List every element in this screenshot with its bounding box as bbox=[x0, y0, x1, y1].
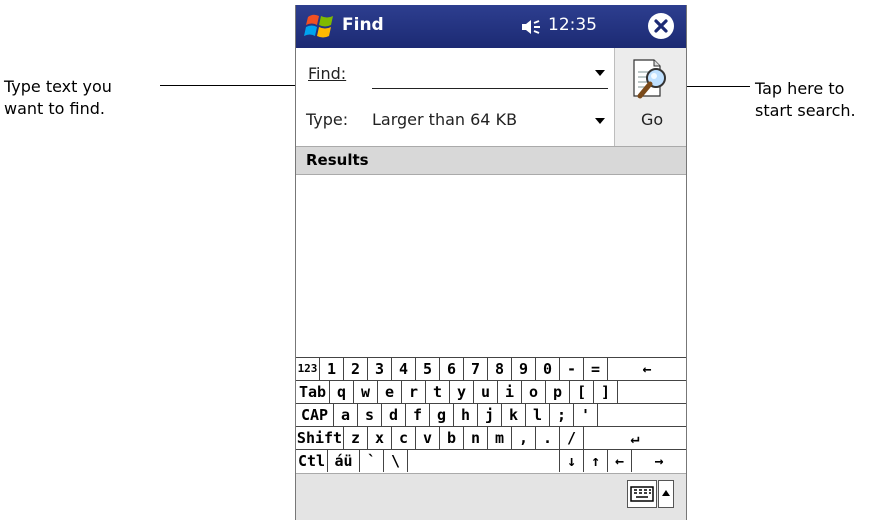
key-shift[interactable]: Shift bbox=[296, 427, 344, 449]
key-5[interactable]: 5 bbox=[416, 358, 440, 380]
keyboard-row-asdf: CAP a s d f g h j k l ; ' bbox=[296, 404, 686, 427]
key-u[interactable]: u bbox=[474, 381, 498, 403]
key-arrow-left[interactable]: ← bbox=[608, 450, 632, 472]
key-p[interactable]: p bbox=[546, 381, 570, 403]
key-123[interactable]: 123 bbox=[296, 358, 320, 380]
leader-line-right bbox=[676, 86, 750, 87]
key-right-bracket[interactable]: ] bbox=[594, 381, 618, 403]
callout-type-text-line1: Type text you bbox=[4, 77, 112, 96]
key-z[interactable]: z bbox=[344, 427, 368, 449]
key-x[interactable]: x bbox=[368, 427, 392, 449]
key-r[interactable]: r bbox=[402, 381, 426, 403]
key-q[interactable]: q bbox=[330, 381, 354, 403]
key-a[interactable]: a bbox=[334, 404, 358, 426]
key-0[interactable]: 0 bbox=[536, 358, 560, 380]
key-space[interactable] bbox=[408, 450, 560, 472]
key-9[interactable]: 9 bbox=[512, 358, 536, 380]
results-title: Results bbox=[306, 151, 369, 169]
results-header: Results bbox=[296, 146, 686, 175]
key-w[interactable]: w bbox=[354, 381, 378, 403]
key-left-bracket[interactable]: [ bbox=[570, 381, 594, 403]
key-ctrl[interactable]: Ctl bbox=[296, 450, 328, 472]
key-3[interactable]: 3 bbox=[368, 358, 392, 380]
key-j[interactable]: j bbox=[478, 404, 502, 426]
key-h[interactable]: h bbox=[454, 404, 478, 426]
go-button-label: Go bbox=[641, 110, 664, 129]
key-o[interactable]: o bbox=[522, 381, 546, 403]
keyboard-row-qwerty: Tab q w e r t y u i o p [ ] bbox=[296, 381, 686, 404]
speaker-icon[interactable] bbox=[520, 17, 544, 37]
key-comma[interactable]: , bbox=[512, 427, 536, 449]
key-b[interactable]: b bbox=[440, 427, 464, 449]
key-backspace[interactable]: ← bbox=[608, 358, 686, 380]
type-select[interactable]: Larger than 64 KB bbox=[372, 110, 517, 129]
key-minus[interactable]: - bbox=[560, 358, 584, 380]
key-caps[interactable]: CAP bbox=[296, 404, 334, 426]
type-dropdown-arrow-icon[interactable] bbox=[595, 118, 605, 124]
key-8[interactable]: 8 bbox=[488, 358, 512, 380]
callout-tap-here: Tap here to start search. bbox=[755, 78, 881, 122]
up-arrow-icon[interactable] bbox=[658, 480, 674, 508]
app-title: Find bbox=[342, 15, 384, 35]
key-arrow-up[interactable]: ↑ bbox=[584, 450, 608, 472]
key-arrow-down[interactable]: ↓ bbox=[560, 450, 584, 472]
key-equals[interactable]: = bbox=[584, 358, 608, 380]
close-icon[interactable] bbox=[648, 13, 674, 39]
keyboard-icon[interactable] bbox=[627, 480, 657, 508]
title-bar: Find 12:35 bbox=[296, 5, 686, 48]
key-enter[interactable]: ↵ bbox=[584, 427, 686, 449]
key-i[interactable]: i bbox=[498, 381, 522, 403]
key-quote[interactable]: ' bbox=[574, 404, 598, 426]
key-d[interactable]: d bbox=[382, 404, 406, 426]
windows-flag-icon[interactable] bbox=[304, 11, 338, 42]
key-2[interactable]: 2 bbox=[344, 358, 368, 380]
callout-tap-here-line1: Tap here to bbox=[755, 79, 845, 98]
find-label: Find: bbox=[308, 64, 347, 83]
key-backslash[interactable]: \ bbox=[384, 450, 408, 472]
go-button[interactable]: Go bbox=[614, 48, 686, 146]
find-form: Find: Type: Larger than 64 KB Go bbox=[296, 48, 686, 146]
find-dropdown-arrow-icon[interactable] bbox=[595, 70, 605, 76]
key-semicolon[interactable]: ; bbox=[550, 404, 574, 426]
callout-tap-here-line2: start search. bbox=[755, 101, 856, 120]
key-e[interactable]: e bbox=[378, 381, 402, 403]
menu-bar bbox=[296, 473, 686, 520]
key-m[interactable]: m bbox=[488, 427, 512, 449]
callout-type-text-line2: want to find. bbox=[4, 99, 105, 118]
key-backtick[interactable]: ` bbox=[360, 450, 384, 472]
callout-type-text: Type text you want to find. bbox=[4, 76, 164, 120]
key-k[interactable]: k bbox=[502, 404, 526, 426]
keyboard-row-bottom: Ctl áü ` \ ↓ ↑ ← → bbox=[296, 450, 686, 472]
key-slash[interactable]: / bbox=[560, 427, 584, 449]
key-t[interactable]: t bbox=[426, 381, 450, 403]
key-6[interactable]: 6 bbox=[440, 358, 464, 380]
key-f[interactable]: f bbox=[406, 404, 430, 426]
type-label: Type: bbox=[306, 110, 349, 129]
keyboard-row-numbers: 123 1 2 3 4 5 6 7 8 9 0 - = ← bbox=[296, 358, 686, 381]
key-tab[interactable]: Tab bbox=[296, 381, 330, 403]
key-1[interactable]: 1 bbox=[320, 358, 344, 380]
key-7[interactable]: 7 bbox=[464, 358, 488, 380]
key-period[interactable]: . bbox=[536, 427, 560, 449]
key-accents[interactable]: áü bbox=[328, 450, 360, 472]
key-l[interactable]: l bbox=[526, 404, 550, 426]
results-list[interactable] bbox=[296, 175, 686, 355]
find-input[interactable] bbox=[372, 58, 608, 89]
magnifier-document-icon bbox=[628, 56, 674, 100]
key-n[interactable]: n bbox=[464, 427, 488, 449]
key-s[interactable]: s bbox=[358, 404, 382, 426]
key-g[interactable]: g bbox=[430, 404, 454, 426]
soft-keyboard: 123 1 2 3 4 5 6 7 8 9 0 - = ← Tab q w e … bbox=[296, 357, 686, 473]
pocketpc-screen: Find 12:35 Find: Type: Larger than 64 KB bbox=[295, 5, 687, 520]
key-c[interactable]: c bbox=[392, 427, 416, 449]
clock-time[interactable]: 12:35 bbox=[548, 15, 597, 35]
key-y[interactable]: y bbox=[450, 381, 474, 403]
key-v[interactable]: v bbox=[416, 427, 440, 449]
key-arrow-right[interactable]: → bbox=[632, 450, 686, 472]
keyboard-row-zxcv: Shift z x c v b n m , . / ↵ bbox=[296, 427, 686, 450]
key-4[interactable]: 4 bbox=[392, 358, 416, 380]
